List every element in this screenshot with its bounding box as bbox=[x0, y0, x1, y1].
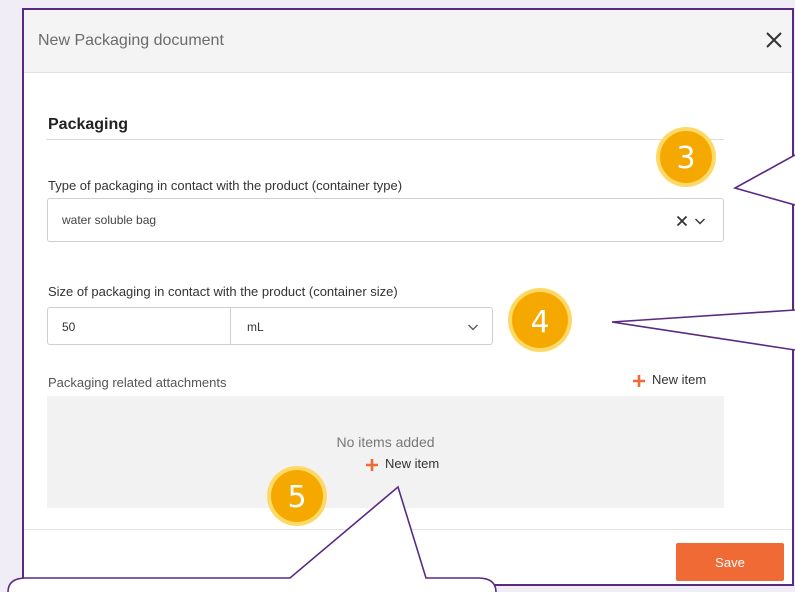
chevron-down-icon bbox=[468, 324, 478, 331]
dialog-header: New Packaging document bbox=[24, 10, 792, 73]
container-type-label: Type of packaging in contact with the pr… bbox=[48, 178, 403, 193]
empty-state-text: No items added bbox=[336, 434, 435, 450]
container-type-value: water soluble bag bbox=[62, 213, 157, 227]
close-button[interactable] bbox=[762, 28, 786, 52]
container-size-value: 50 bbox=[62, 320, 76, 334]
save-button[interactable]: Save bbox=[676, 543, 784, 581]
empty-new-item-label: New item bbox=[385, 456, 440, 471]
container-unit-value: mL bbox=[247, 320, 264, 334]
dialog-title: New Packaging document bbox=[38, 32, 224, 49]
chevron-down-icon[interactable] bbox=[694, 215, 706, 227]
plus-icon bbox=[366, 458, 378, 471]
close-icon bbox=[766, 32, 782, 48]
clear-icon[interactable] bbox=[676, 215, 688, 227]
plus-icon bbox=[633, 374, 645, 387]
attachments-list: No items added New item bbox=[47, 396, 724, 508]
new-item-label: New item bbox=[652, 372, 707, 387]
new-item-button[interactable]: New item bbox=[632, 372, 706, 392]
new-packaging-dialog: New Packaging document Packaging Type of… bbox=[22, 8, 794, 586]
container-size-input[interactable]: 50 bbox=[47, 307, 230, 345]
container-unit-select[interactable]: mL bbox=[230, 307, 493, 345]
attachments-label: Packaging related attachments bbox=[48, 375, 227, 390]
empty-new-item-button[interactable]: New item bbox=[365, 456, 439, 472]
footer-divider bbox=[24, 529, 792, 530]
section-divider bbox=[46, 139, 724, 140]
container-size-label: Size of packaging in contact with the pr… bbox=[48, 284, 398, 299]
container-type-select[interactable]: water soluble bag bbox=[47, 198, 724, 242]
section-title: Packaging bbox=[48, 116, 129, 133]
